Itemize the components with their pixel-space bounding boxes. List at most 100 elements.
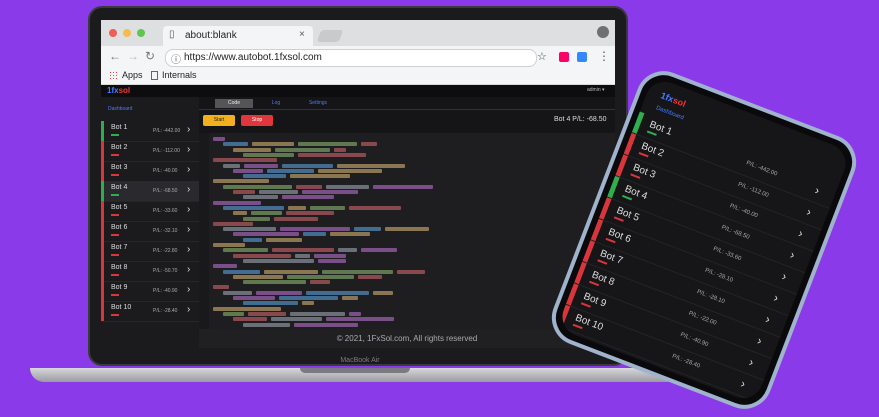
bot-row[interactable]: Bot 9 P/L: -40.90 ›	[101, 281, 199, 302]
extension-grid-icon[interactable]	[577, 52, 587, 62]
address-bar[interactable]: ⓘ https://www.autobot.1fxsol.com	[165, 49, 537, 67]
address-url[interactable]: https://www.autobot.1fxsol.com	[184, 52, 322, 63]
browser-tabbar: ▯ about:blank ×	[101, 20, 615, 46]
code-token	[233, 317, 267, 322]
stop-button[interactable]: Stop	[241, 115, 273, 126]
code-token	[373, 184, 433, 189]
bot-status-bar	[101, 241, 104, 261]
phone-bot-name: Bot 1	[647, 119, 674, 138]
code-token	[306, 290, 369, 295]
code-token	[318, 168, 382, 173]
bot-pl: P/L: -33.60	[153, 208, 178, 214]
start-button[interactable]: Start	[203, 115, 235, 126]
bot-row[interactable]: Bot 6 P/L: -32.10 ›	[101, 221, 199, 242]
reload-icon[interactable]: ↻	[145, 49, 155, 63]
chevron-right-icon[interactable]: ›	[187, 244, 190, 255]
code-token	[233, 147, 271, 152]
code-token	[310, 280, 330, 285]
chevron-right-icon[interactable]: ›	[187, 304, 190, 315]
code-token	[290, 174, 350, 179]
profile-icon[interactable]	[597, 26, 609, 38]
tab-bar: Code Log Settings	[199, 97, 615, 110]
phone-bot-name: Bot 9	[581, 291, 608, 310]
chevron-right-icon[interactable]: ›	[187, 144, 190, 155]
chevron-right-icon[interactable]: ›	[796, 226, 805, 241]
chevron-right-icon[interactable]: ›	[187, 204, 190, 215]
bot-row[interactable]: Bot 2 P/L: -112.00 ›	[101, 141, 199, 162]
bot-pl: P/L: -22.80	[153, 248, 178, 254]
bookmark-star-icon[interactable]: ☆	[537, 50, 547, 63]
bookmark-apps[interactable]: Apps	[122, 70, 143, 80]
chevron-right-icon[interactable]: ›	[788, 247, 797, 262]
close-window-dot[interactable]	[109, 29, 117, 37]
phone-bot-name: Bot 6	[606, 226, 633, 246]
bot-row[interactable]: Bot 8 P/L: -50.70 ›	[101, 261, 199, 282]
chevron-right-icon[interactable]: ›	[805, 205, 814, 220]
code-token	[361, 248, 397, 253]
code-token	[252, 142, 294, 147]
bot-status-indicator	[111, 314, 119, 316]
code-token	[248, 311, 286, 316]
bot-row[interactable]: Bot 4 P/L: -68.50 ›	[101, 181, 199, 202]
code-editor[interactable]	[199, 133, 615, 329]
chevron-right-icon[interactable]: ›	[187, 224, 190, 235]
browser-toolbar: ← → ↻ ⓘ https://www.autobot.1fxsol.com ☆…	[101, 46, 615, 68]
tab-code[interactable]: Code	[215, 99, 253, 108]
code-token	[233, 232, 299, 237]
laptop-brand-label: MacBook Air	[340, 357, 380, 364]
chevron-right-icon[interactable]: ›	[187, 164, 190, 175]
bot-row[interactable]: Bot 1 P/L: -442.00 ›	[101, 121, 199, 142]
bot-sidebar: Dashboard Bot 1 P/L: -442.00 › Bot 2 P/L: -1…	[101, 97, 199, 348]
code-token	[286, 211, 334, 216]
chevron-right-icon[interactable]: ›	[187, 124, 190, 135]
bot-row[interactable]: Bot 3 P/L: -40.00 ›	[101, 161, 199, 182]
code-token	[274, 216, 318, 221]
bot-row[interactable]: Bot 10 P/L: -28.40 ›	[101, 301, 199, 322]
new-tab-button[interactable]	[316, 30, 344, 42]
chevron-right-icon[interactable]: ›	[187, 184, 190, 195]
code-token	[233, 274, 283, 279]
back-arrow-icon[interactable]: ←	[109, 49, 121, 63]
close-tab-icon[interactable]: ×	[299, 29, 305, 40]
chevron-right-icon[interactable]: ›	[764, 312, 773, 327]
chevron-right-icon[interactable]: ›	[187, 264, 190, 275]
chevron-right-icon[interactable]: ›	[747, 355, 756, 370]
chevron-right-icon[interactable]: ›	[813, 183, 822, 198]
user-menu[interactable]: admin ▾	[587, 87, 605, 93]
code-token	[223, 290, 252, 295]
bot-status-bar	[101, 141, 104, 161]
tab-log[interactable]: Log	[257, 99, 295, 108]
forward-arrow-icon[interactable]: →	[127, 49, 139, 63]
sidebar-header[interactable]: Dashboard	[108, 106, 132, 112]
phone-bot-pl: P/L: -28.40	[671, 353, 701, 370]
tab-settings[interactable]: Settings	[299, 99, 337, 108]
bot-name: Bot 1	[111, 124, 128, 131]
chevron-right-icon[interactable]: ›	[739, 376, 748, 391]
chevron-right-icon[interactable]: ›	[780, 269, 789, 284]
phone-app-logo[interactable]: 1fxsol	[659, 90, 687, 109]
bot-row[interactable]: Bot 5 P/L: -33.60 ›	[101, 201, 199, 222]
bookmark-internals[interactable]: Internals	[162, 70, 197, 80]
code-token	[223, 311, 244, 316]
code-token	[223, 269, 260, 274]
maximize-window-dot[interactable]	[137, 29, 145, 37]
code-token	[338, 248, 357, 253]
code-token	[223, 227, 276, 232]
minimize-window-dot[interactable]	[123, 29, 131, 37]
bot-status-indicator	[111, 214, 119, 216]
browser-tab[interactable]: ▯ about:blank ×	[163, 26, 313, 46]
code-token	[266, 237, 302, 242]
extension-icon[interactable]	[559, 52, 569, 62]
phone-bot-pl: P/L: -22.00	[687, 310, 718, 327]
chevron-right-icon[interactable]: ›	[187, 284, 190, 295]
bot-pl: P/L: -112.00	[153, 148, 180, 154]
browser-menu-icon[interactable]: ⋮	[598, 49, 610, 63]
bot-name: Bot 8	[111, 264, 128, 271]
bot-name: Bot 10	[111, 304, 132, 311]
phone-bot-pl: P/L: -112.00	[737, 181, 770, 199]
chevron-right-icon[interactable]: ›	[772, 290, 781, 305]
bot-row[interactable]: Bot 7 P/L: -22.80 ›	[101, 241, 199, 262]
chevron-right-icon[interactable]: ›	[755, 333, 764, 348]
app-logo[interactable]: 1fxsol	[107, 86, 130, 95]
code-token	[243, 301, 298, 306]
